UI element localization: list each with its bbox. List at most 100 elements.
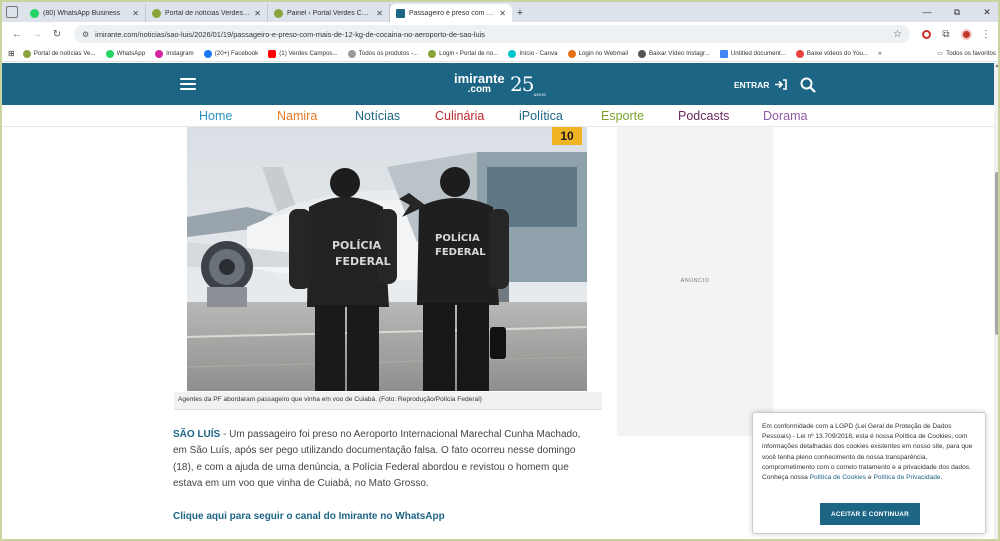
site-logo[interactable]: imirante .com bbox=[454, 72, 505, 95]
bookmark-item[interactable]: Início - Canva bbox=[508, 49, 558, 58]
bookmark-star-icon[interactable]: ☆ bbox=[893, 29, 902, 40]
browser-toolbar: ← → ↻ ⚙ imirante.com/noticias/sao-luis/2… bbox=[2, 22, 998, 46]
site-info-icon[interactable]: ⚙ bbox=[82, 30, 89, 39]
bookmark-item[interactable]: Instagram bbox=[155, 49, 194, 58]
svg-text:FEDERAL: FEDERAL bbox=[335, 255, 391, 268]
bookmark-favicon-icon bbox=[428, 49, 437, 58]
close-tab-icon[interactable]: ✕ bbox=[254, 9, 261, 18]
bookmark-item[interactable]: Login no Webmail bbox=[567, 49, 628, 58]
article-lead-text: - Um passageiro foi preso no Aeroporto I… bbox=[173, 429, 581, 489]
nav-namira[interactable]: Namira bbox=[277, 109, 317, 123]
facebook-icon bbox=[203, 49, 212, 58]
nav-home[interactable]: Home bbox=[199, 109, 232, 123]
folder-icon: ▭ bbox=[937, 50, 944, 57]
back-button[interactable]: ← bbox=[8, 25, 26, 43]
nav-noticias[interactable]: Notícias bbox=[355, 109, 400, 123]
scrollbar-thumb[interactable] bbox=[995, 172, 998, 335]
tab-title: Passageiro é preso com cocaína bbox=[409, 9, 495, 17]
bookmark-item[interactable]: WhatsApp bbox=[105, 49, 145, 58]
bookmarks-overflow-button[interactable]: » bbox=[878, 50, 881, 57]
bookmark-favicon-icon bbox=[795, 49, 804, 58]
bookmark-favicon-icon bbox=[22, 49, 31, 58]
ad-slot[interactable]: ANÚNCIO bbox=[617, 127, 773, 436]
bookmarks-bar: ⊞ Portal de notícias Ve... WhatsApp Inst… bbox=[2, 46, 998, 62]
close-tab-icon[interactable]: ✕ bbox=[376, 9, 383, 18]
browser-window: (80) WhatsApp Business ✕ Portal de notíc… bbox=[0, 0, 1000, 541]
browser-menu-icon[interactable]: ⋮ bbox=[976, 25, 996, 43]
article-lead: SÃO LUÍS - Um passageiro foi preso no Ae… bbox=[173, 427, 593, 492]
opera-extension-icon[interactable] bbox=[916, 25, 936, 43]
login-arrow-icon bbox=[775, 79, 788, 90]
gate-number: 10 bbox=[560, 129, 574, 143]
ad-label: ANÚNCIO bbox=[680, 278, 710, 284]
tab-painel[interactable]: Painel ‹ Portal Verdes Campos ✕ bbox=[268, 4, 390, 22]
whatsapp-icon bbox=[30, 8, 39, 18]
all-bookmarks-folder[interactable]: ▭ Todos os favoritos bbox=[937, 50, 996, 57]
bookmark-item[interactable]: Todos os produtos -... bbox=[347, 49, 418, 58]
window-controls: — ⧉ ✕ bbox=[912, 2, 998, 22]
search-icon[interactable] bbox=[800, 77, 816, 93]
reload-button[interactable]: ↻ bbox=[48, 25, 66, 43]
nav-dorama[interactable]: Dorama bbox=[763, 109, 807, 123]
instagram-icon bbox=[155, 49, 164, 58]
cookie-text: Em conformidade com a LGPD (Lei Geral de… bbox=[762, 423, 973, 482]
minimize-button[interactable]: — bbox=[912, 2, 942, 22]
vest-text-right: POLÍCIA bbox=[435, 231, 480, 244]
nav-podcasts[interactable]: Podcasts bbox=[678, 109, 729, 123]
new-tab-button[interactable]: + bbox=[512, 4, 528, 22]
login-button[interactable]: ENTRAR bbox=[734, 79, 788, 90]
extensions-icon[interactable]: ⧉ bbox=[936, 25, 956, 43]
youtube-icon bbox=[268, 49, 277, 58]
address-bar[interactable]: ⚙ imirante.com/noticias/sao-luis/2026/01… bbox=[74, 25, 910, 43]
bookmark-favicon-icon bbox=[347, 49, 356, 58]
privacy-policy-link[interactable]: Política de Privacidade bbox=[873, 474, 940, 481]
bookmark-item[interactable]: Untitled document... bbox=[719, 49, 786, 58]
whatsapp-icon bbox=[105, 49, 114, 58]
svg-text:FEDERAL: FEDERAL bbox=[435, 247, 486, 258]
article-location: SÃO LUÍS bbox=[173, 429, 221, 440]
tab-title: Painel ‹ Portal Verdes Campos bbox=[287, 9, 372, 17]
bookmark-item[interactable]: Portal de notícias Ve... bbox=[22, 49, 96, 58]
tab-strip: (80) WhatsApp Business ✕ Portal de notíc… bbox=[2, 2, 998, 22]
scroll-up-arrow-icon[interactable]: ▲ bbox=[994, 63, 998, 71]
webmail-icon bbox=[567, 49, 576, 58]
bookmark-item[interactable]: Baixar Vídeo Instagr... bbox=[637, 49, 710, 58]
bookmark-item[interactable]: Login ‹ Portal de no... bbox=[428, 49, 498, 58]
canva-icon bbox=[508, 49, 517, 58]
bookmark-item[interactable]: Baixe vídeos do You... bbox=[795, 49, 868, 58]
cookie-consent-banner: Em conformidade com a LGPD (Lei Geral de… bbox=[752, 412, 986, 534]
apps-grid-icon[interactable]: ⊞ bbox=[8, 49, 15, 58]
tab-whatsapp[interactable]: (80) WhatsApp Business ✕ bbox=[24, 4, 146, 22]
url-text: imirante.com/noticias/sao-luis/2026/01/1… bbox=[95, 29, 486, 39]
close-tab-icon[interactable]: ✕ bbox=[499, 9, 506, 18]
docs-icon bbox=[719, 49, 728, 58]
tab-article[interactable]: Passageiro é preso com cocaína ✕ bbox=[390, 4, 512, 22]
bookmark-item[interactable]: (20+) Facebook bbox=[203, 49, 258, 58]
tab-title: Portal de notícias Verdes Campos bbox=[165, 9, 250, 17]
tab-portal[interactable]: Portal de notícias Verdes Campos ✕ bbox=[146, 4, 268, 22]
tab-search-icon[interactable] bbox=[6, 6, 18, 18]
bookmark-item[interactable]: (1) Verdes Campos... bbox=[268, 49, 338, 58]
close-window-button[interactable]: ✕ bbox=[972, 2, 998, 22]
close-tab-icon[interactable]: ✕ bbox=[132, 9, 139, 18]
nav-ipolitica[interactable]: iPolítica bbox=[519, 109, 563, 123]
anniversary-logo: 25ANOS bbox=[510, 72, 546, 97]
nav-esporte[interactable]: Esporte bbox=[601, 109, 644, 123]
forward-button[interactable]: → bbox=[28, 25, 46, 43]
whatsapp-channel-link[interactable]: Clique aqui para seguir o canal do Imira… bbox=[173, 511, 445, 522]
menu-icon[interactable] bbox=[180, 78, 196, 90]
article-photo: 10 POLÍCIA FEDERAL POLÍCIA FEDERAL bbox=[187, 127, 587, 391]
site-favicon-icon bbox=[152, 8, 161, 18]
maximize-button[interactable]: ⧉ bbox=[942, 2, 972, 22]
site-favicon-icon bbox=[274, 8, 283, 18]
vest-text-left: POLÍCIA bbox=[332, 239, 382, 252]
bookmark-favicon-icon bbox=[637, 49, 646, 58]
cookie-policy-link[interactable]: Política de Cookies bbox=[810, 474, 866, 481]
imirante-favicon-icon bbox=[396, 8, 405, 18]
accept-cookies-button[interactable]: ACEITAR E CONTINUAR bbox=[820, 503, 920, 525]
nav-culinaria[interactable]: Culinária bbox=[435, 109, 484, 123]
tab-title: (80) WhatsApp Business bbox=[43, 9, 121, 17]
profile-avatar[interactable] bbox=[956, 25, 976, 43]
image-caption: Agentes da PF abordaram passageiro que v… bbox=[174, 392, 602, 410]
category-nav: Home Namira Notícias Culinária iPolítica… bbox=[2, 105, 994, 127]
